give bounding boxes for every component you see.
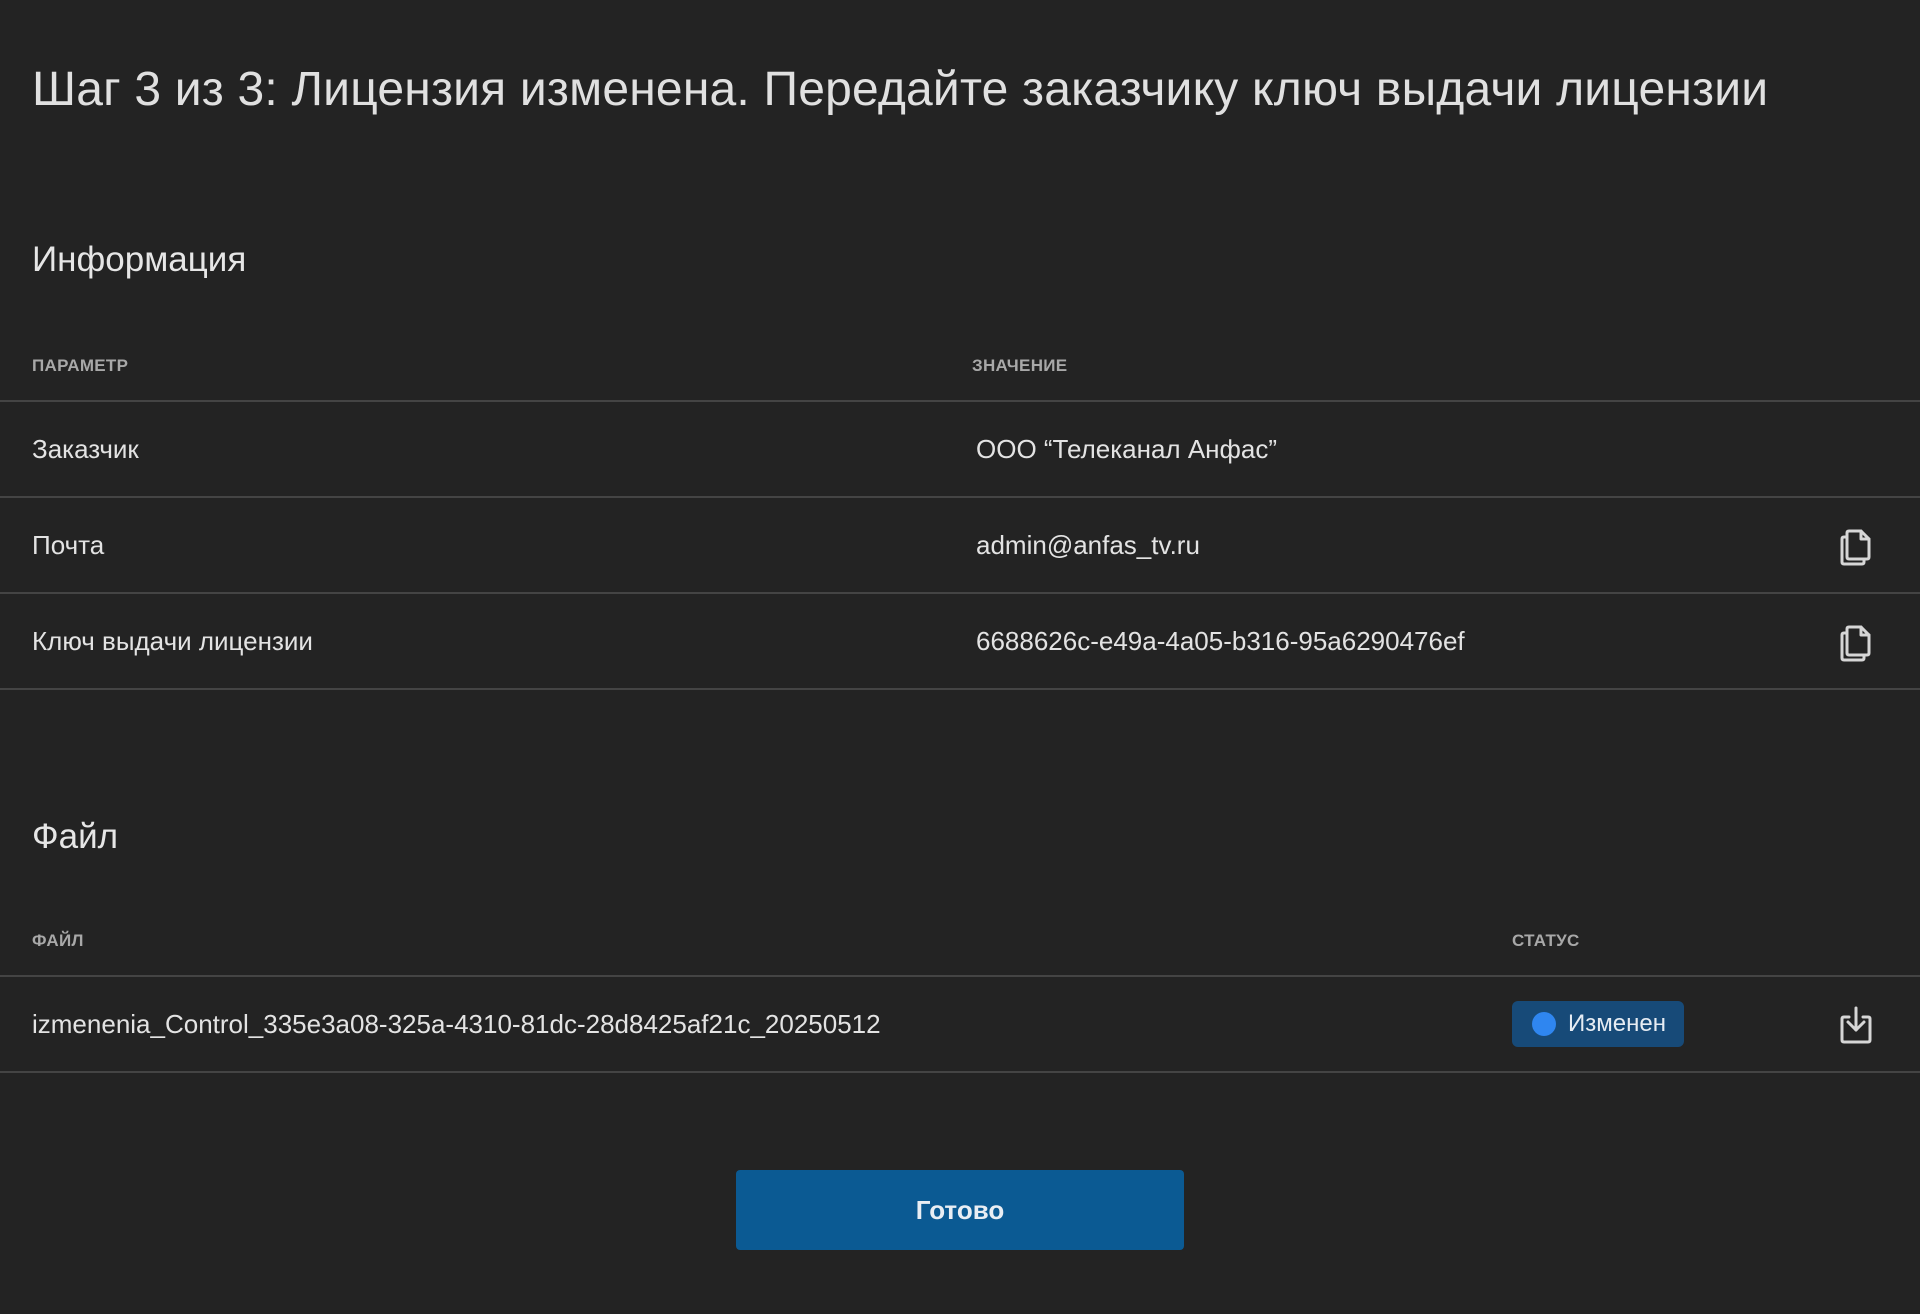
column-header-file: ФАЙЛ xyxy=(32,931,84,950)
table-row-customer: Заказчик ООО “Телеканал Анфас” xyxy=(0,402,1920,498)
copy-email-button[interactable] xyxy=(1836,526,1876,566)
column-header-value: ЗНАЧЕНИЕ xyxy=(972,356,1068,375)
table-row-license-key: Ключ выдачи лицензии 6688626c-e49a-4a05-… xyxy=(0,594,1920,690)
status-dot-icon xyxy=(1532,1012,1556,1036)
done-button[interactable]: Готово xyxy=(736,1170,1184,1250)
file-table-header: ФАЙЛ СТАТУС xyxy=(0,915,1920,977)
value-customer: ООО “Телеканал Анфас” xyxy=(976,434,1278,464)
column-header-status: СТАТУС xyxy=(1512,931,1580,950)
status-label: Изменен xyxy=(1568,1010,1666,1037)
file-table: ФАЙЛ СТАТУС izmenenia_Control_335e3a08-3… xyxy=(0,915,1920,1073)
copy-icon xyxy=(1840,529,1871,566)
download-file-button[interactable] xyxy=(1836,1005,1876,1045)
param-email: Почта xyxy=(32,530,105,560)
param-license-key: Ключ выдачи лицензии xyxy=(32,626,313,656)
table-row-file: izmenenia_Control_335e3a08-325a-4310-81d… xyxy=(0,977,1920,1073)
status-badge: Изменен xyxy=(1512,1001,1684,1047)
info-table: ПАРАМЕТР ЗНАЧЕНИЕ Заказчик ООО “Телекана… xyxy=(0,340,1920,690)
column-header-parameter: ПАРАМЕТР xyxy=(32,356,129,375)
value-email: admin@anfas_tv.ru xyxy=(976,530,1200,560)
download-icon xyxy=(1840,1006,1872,1044)
file-section-title: Файл xyxy=(32,817,119,856)
copy-icon xyxy=(1840,625,1871,662)
value-license-key: 6688626c-e49a-4a05-b316-95a6290476ef xyxy=(976,626,1465,656)
page-title: Шаг 3 из 3: Лицензия изменена. Передайте… xyxy=(32,63,1769,116)
copy-license-key-button[interactable] xyxy=(1836,622,1876,662)
info-table-header: ПАРАМЕТР ЗНАЧЕНИЕ xyxy=(0,340,1920,402)
table-row-email: Почта admin@anfas_tv.ru xyxy=(0,498,1920,594)
info-section-title: Информация xyxy=(32,240,247,279)
file-name: izmenenia_Control_335e3a08-325a-4310-81d… xyxy=(32,1009,881,1039)
param-customer: Заказчик xyxy=(32,434,139,464)
